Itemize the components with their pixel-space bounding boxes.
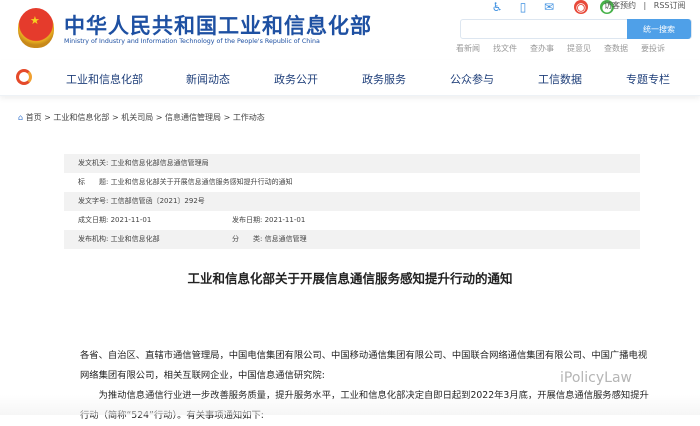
title-value: 工业和信息化部关于开展信息通信服务感知提升行动的通知	[110, 178, 293, 186]
weibo-icon[interactable]: ◉	[574, 0, 588, 14]
accessibility-icon[interactable]: ♿	[490, 0, 504, 14]
article-title: 工业和信息化部关于开展信息通信服务感知提升行动的通知	[187, 271, 513, 286]
mobile-icon[interactable]: ▯	[516, 0, 530, 14]
org-value: 工业和信息化部	[110, 235, 160, 243]
watermark: iPolicyLaw	[560, 370, 632, 386]
category-label: 分 类:	[232, 235, 263, 243]
site-header: 中华人民共和国工业和信息化部 Ministry of Industry and …	[0, 0, 700, 60]
nav-item-gov-open[interactable]: 政务公开	[274, 71, 318, 87]
org-label: 发布机构:	[78, 235, 109, 243]
breadcrumb-separator: >	[155, 113, 163, 122]
category-value: 信息通信管理	[264, 235, 307, 243]
nav-item-participation[interactable]: 公众参与	[450, 71, 494, 87]
title-label: 标 题:	[78, 178, 109, 186]
issuer-value: 工业和信息化部信息通信管理局	[110, 159, 209, 167]
bottom-fade	[0, 395, 700, 415]
published-date-value: 2021-11-01	[264, 216, 306, 224]
breadcrumb-work-news[interactable]: 工作动态	[233, 113, 265, 122]
home-icon[interactable]: ⌂	[18, 113, 23, 122]
breadcrumb-separator: >	[111, 113, 119, 122]
miit-logo-icon[interactable]	[16, 69, 32, 85]
visitor-appointment-link[interactable]: 访客预约	[604, 1, 636, 10]
breadcrumb-separator: >	[223, 113, 231, 122]
nav-item-news[interactable]: 新闻动态	[186, 71, 230, 87]
nav-item-gov-service[interactable]: 政务服务	[362, 71, 406, 87]
separator: |	[643, 1, 647, 10]
document-metadata: 发文机关: 工业和信息化部信息通信管理局 标 题: 工业和信息化部关于开展信息通…	[64, 154, 640, 249]
quick-link-data[interactable]: 查数据	[604, 43, 628, 54]
breadcrumb-home[interactable]: 首页	[26, 113, 42, 122]
mail-icon[interactable]: ✉	[542, 0, 556, 14]
written-date-value: 2021-11-01	[110, 216, 152, 224]
nav-item-data[interactable]: 工信数据	[538, 71, 582, 87]
breadcrumb: ⌂ 首页 > 工业和信息化部 > 机关司局 > 信息通信管理局 > 工作动态	[18, 112, 265, 123]
breadcrumb-separator: >	[44, 113, 51, 122]
site-subtitle: Ministry of Industry and Information Tec…	[64, 38, 320, 45]
nav-item-topics[interactable]: 专题专栏	[626, 71, 670, 87]
quick-link-services[interactable]: 查办事	[530, 43, 554, 54]
issuer-label: 发文机关:	[78, 159, 109, 167]
search-box: 统一搜索	[460, 19, 692, 40]
search-button[interactable]: 统一搜索	[627, 19, 691, 39]
rss-link[interactable]: RSS订阅	[654, 1, 686, 10]
quick-link-complaint[interactable]: 要投诉	[641, 43, 665, 54]
quick-link-news[interactable]: 看新闻	[456, 43, 480, 54]
docno-value: 工信部信管函〔2021〕292号	[110, 197, 205, 205]
site-title[interactable]: 中华人民共和国工业和信息化部	[64, 10, 372, 40]
national-emblem-logo	[18, 8, 54, 48]
breadcrumb-departments[interactable]: 机关司局	[121, 113, 153, 122]
breadcrumb-miit[interactable]: 工业和信息化部	[53, 113, 109, 122]
breadcrumb-bureau[interactable]: 信息通信管理局	[165, 113, 221, 122]
written-date-label: 成文日期:	[78, 216, 109, 224]
docno-label: 发文字号:	[78, 197, 109, 205]
nav-item-miit[interactable]: 工业和信息化部	[66, 71, 143, 87]
quick-link-files[interactable]: 找文件	[493, 43, 517, 54]
quick-link-feedback[interactable]: 提意见	[567, 43, 591, 54]
main-nav: 工业和信息化部 新闻动态 政务公开 政务服务 公众参与 工信数据 专题专栏	[0, 60, 700, 96]
search-input[interactable]	[461, 21, 626, 40]
published-date-label: 发布日期:	[232, 216, 263, 224]
